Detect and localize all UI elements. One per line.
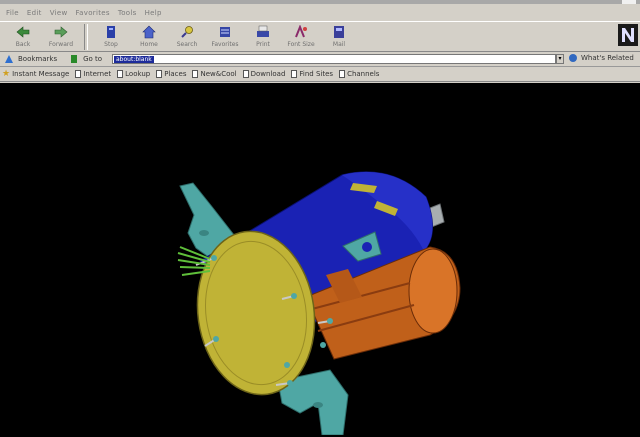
favorites-icon	[220, 27, 230, 37]
home-button[interactable]: Home	[130, 22, 168, 52]
link-label: Find Sites	[299, 70, 334, 78]
stop-button[interactable]: Stop	[92, 22, 130, 52]
link-label: Internet	[83, 70, 112, 78]
link-instant-message[interactable]: ★ Instant Message	[2, 69, 69, 79]
favorites-button[interactable]: Favorites	[206, 22, 244, 52]
browser-logo	[618, 24, 638, 46]
search-button[interactable]: Search	[168, 22, 206, 52]
stop-icon	[107, 26, 115, 38]
personal-toolbar: ★ Instant Message Internet Lookup Places …	[0, 67, 640, 82]
link-channels[interactable]: Channels	[339, 70, 379, 78]
toolbar-separator	[84, 24, 88, 50]
search-icon	[181, 26, 193, 38]
back-arrow-icon	[16, 26, 30, 38]
font-size-label: Font Size	[287, 41, 315, 48]
stop-label: Stop	[104, 41, 118, 48]
chevron-down-icon: ▾	[558, 55, 562, 62]
page-icon	[291, 70, 298, 78]
page-icon	[192, 70, 199, 78]
browser-chrome: File Edit View Favorites Tools Help Back…	[0, 0, 640, 83]
link-download[interactable]: Download	[242, 70, 286, 78]
url-dropdown-button[interactable]: ▾	[556, 54, 564, 64]
link-lookup[interactable]: Lookup	[117, 70, 150, 78]
page-icon	[242, 70, 249, 78]
forward-arrow-icon	[54, 26, 68, 38]
3d-model-render	[177, 171, 461, 436]
goto-label: Go to	[83, 55, 103, 63]
link-label: Places	[164, 70, 187, 78]
home-icon	[142, 25, 156, 39]
navigation-toolbar: Back Forward Stop Home Search Favorites …	[0, 21, 640, 52]
search-label: Search	[176, 41, 198, 48]
bookmarks-icon	[5, 55, 13, 63]
forward-button[interactable]: Forward	[42, 22, 80, 52]
bookmarks-button[interactable]: Bookmarks	[18, 55, 57, 63]
link-label: Instant Message	[12, 70, 70, 78]
favorites-label: Favorites	[211, 41, 239, 48]
back-button[interactable]: Back	[4, 22, 42, 52]
print-button[interactable]: Print	[244, 22, 282, 52]
star-icon: ★	[2, 69, 11, 79]
related-icon	[569, 54, 577, 62]
link-find-sites[interactable]: Find Sites	[291, 70, 333, 78]
mail-icon	[334, 26, 344, 38]
menu-edit[interactable]: Edit	[27, 9, 42, 17]
page-icon	[339, 70, 346, 78]
font-size-button[interactable]: Font Size	[282, 22, 320, 52]
forward-label: Forward	[48, 41, 74, 48]
whats-related-label: What's Related	[581, 54, 634, 62]
link-label: Channels	[347, 70, 380, 78]
print-icon	[257, 25, 269, 37]
menu-view[interactable]: View	[50, 9, 68, 17]
address-bar: Bookmarks Go to about:blank ▾	[0, 52, 640, 67]
page-icon	[75, 70, 82, 78]
link-internet[interactable]: Internet	[75, 70, 111, 78]
menu-tools[interactable]: Tools	[118, 9, 137, 17]
url-text: about:blank	[114, 56, 154, 63]
link-new-cool[interactable]: New&Cool	[192, 70, 237, 78]
link-label: Download	[250, 70, 286, 78]
print-label: Print	[256, 41, 270, 48]
menu-favorites[interactable]: Favorites	[76, 9, 110, 17]
link-label: Lookup	[125, 70, 151, 78]
whats-related-button[interactable]: What's Related	[568, 53, 634, 63]
url-input[interactable]: about:blank	[112, 54, 556, 64]
menu-help[interactable]: Help	[145, 9, 162, 17]
home-label: Home	[140, 41, 158, 48]
menu-file[interactable]: File	[6, 9, 19, 17]
page-icon	[156, 70, 163, 78]
font-size-icon	[295, 25, 307, 38]
location-icon	[71, 55, 78, 63]
page-icon	[117, 70, 124, 78]
menu-bar: File Edit View Favorites Tools Help	[0, 4, 640, 21]
mail-label: Mail	[332, 41, 346, 48]
link-label: New&Cool	[200, 70, 237, 78]
link-places[interactable]: Places	[156, 70, 186, 78]
3d-viewport[interactable]	[0, 83, 640, 436]
logo-icon	[622, 28, 634, 42]
mail-button[interactable]: Mail	[320, 22, 358, 52]
back-label: Back	[15, 41, 31, 48]
